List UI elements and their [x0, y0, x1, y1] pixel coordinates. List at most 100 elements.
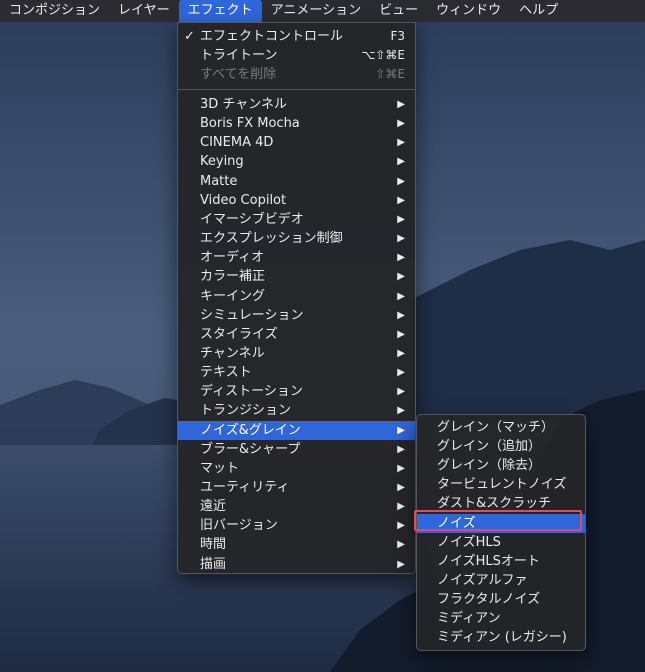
menu-item-category[interactable]: Boris FX Mocha ▶ [178, 114, 415, 133]
submenu-item[interactable]: ミディアン (レガシー) [417, 628, 585, 647]
menu-item-label: トランジション [200, 403, 292, 419]
submenu-item-label: ミディアン (レガシー) [437, 630, 567, 646]
menu-layer[interactable]: レイヤー [109, 0, 179, 22]
submenu-arrow-icon: ▶ [397, 156, 405, 168]
submenu-arrow-icon: ▶ [397, 233, 405, 245]
menu-item-category[interactable]: マット ▶ [178, 459, 415, 478]
submenu-arrow-icon: ▶ [397, 252, 405, 264]
submenu-item-label: ノイズHLSオート [437, 553, 540, 569]
checkmark-icon: ✓ [184, 29, 195, 44]
menu-item-label: ノイズ&グレイン [200, 422, 301, 438]
menu-item-category[interactable]: シミュレーション ▶ [178, 306, 415, 325]
menu-item-label: 時間 [200, 537, 227, 553]
menu-item-category[interactable]: テキスト ▶ [178, 363, 415, 382]
submenu-arrow-icon: ▶ [397, 328, 405, 340]
menu-item-category[interactable]: トランジション ▶ [178, 401, 415, 420]
menu-item-category[interactable]: キーイング ▶ [178, 287, 415, 306]
menu-composition[interactable]: コンポジション [0, 0, 109, 22]
menu-item-label: チャンネル [200, 345, 265, 361]
menu-item-label: 旧バージョン [200, 518, 278, 534]
submenu-arrow-icon: ▶ [397, 118, 405, 130]
menu-item-category[interactable]: イマーシブビデオ ▶ [178, 210, 415, 229]
submenu-item[interactable]: タービュレントノイズ [417, 475, 585, 494]
menu-help[interactable]: ヘルプ [510, 0, 567, 22]
menu-item-label: 遠近 [200, 499, 227, 515]
menu-item-category[interactable]: 描画 ▶ [178, 555, 415, 574]
submenu-item-label: グレイン（追加） [437, 439, 542, 455]
noise-highlight-outline [414, 510, 582, 531]
menu-item-label: テキスト [200, 365, 252, 381]
submenu-item[interactable]: グレイン（マッチ） [417, 418, 585, 437]
menu-view[interactable]: ビュー [370, 0, 427, 22]
submenu-arrow-icon: ▶ [397, 462, 405, 474]
submenu-arrow-icon: ▶ [397, 520, 405, 532]
menu-item-label: カラー補正 [200, 269, 266, 285]
submenu-arrow-icon: ▶ [397, 347, 405, 359]
menu-item-label: Matte [200, 173, 238, 189]
submenu-item[interactable]: ノイズアルファ [417, 571, 585, 590]
submenu-arrow-icon: ▶ [397, 175, 405, 187]
menu-item-category[interactable]: カラー補正 ▶ [178, 267, 415, 286]
menu-item-category[interactable]: ユーティリティ ▶ [178, 478, 415, 497]
submenu-arrow-icon: ▶ [397, 137, 405, 149]
menu-item-category[interactable]: Matte ▶ [178, 172, 415, 191]
effect-dropdown-menu: ✓ エフェクトコントロール F3 トライトーン ⌥⇧⌘E すべてを削除 ⇧⌘E … [177, 22, 416, 574]
menu-animation[interactable]: アニメーション [262, 0, 370, 22]
menu-item-label: ブラー&シャープ [200, 441, 301, 457]
menu-item-label: Keying [200, 154, 244, 170]
menu-separator [178, 89, 415, 90]
menu-item-tritone[interactable]: トライトーン ⌥⇧⌘E [178, 46, 415, 65]
menu-item-effect-controls[interactable]: ✓ エフェクトコントロール F3 [178, 27, 415, 46]
menu-item-label: エクスプレッション制御 [200, 231, 343, 247]
menu-item-category[interactable]: エクスプレッション制御 ▶ [178, 229, 415, 248]
submenu-item[interactable]: グレイン（追加） [417, 437, 585, 456]
submenu-arrow-icon: ▶ [397, 558, 405, 570]
submenu-item[interactable]: ノイズHLS [417, 533, 585, 552]
menu-item-shortcut: ⇧⌘E [375, 67, 405, 81]
submenu-item[interactable]: フラクタルノイズ [417, 590, 585, 609]
submenu-item-label: ミディアン [437, 611, 501, 626]
submenu-arrow-icon: ▶ [397, 309, 405, 321]
submenu-arrow-icon: ▶ [397, 99, 405, 110]
submenu-item-label: タービュレントノイズ [437, 477, 567, 493]
menu-item-label: 描画 [200, 556, 227, 572]
submenu-arrow-icon: ▶ [397, 501, 405, 513]
menu-item-label: スタイライズ [200, 326, 278, 342]
menu-item-category[interactable]: チャンネル ▶ [178, 344, 415, 363]
menu-item-category[interactable]: 3D チャンネル ▶ [178, 95, 415, 114]
menu-item-category[interactable]: CINEMA 4D ▶ [178, 133, 415, 152]
menu-item-category[interactable]: 遠近 ▶ [178, 497, 415, 516]
submenu-arrow-icon: ▶ [397, 290, 405, 302]
menu-item-label: トライトーン [200, 48, 278, 63]
menu-item-category[interactable]: 時間 ▶ [178, 535, 415, 554]
submenu-arrow-icon: ▶ [397, 424, 405, 436]
submenu-item[interactable]: ミディアン [417, 609, 585, 628]
menu-item-label: ディストーション [200, 384, 303, 400]
menu-effect[interactable]: エフェクト [178, 0, 262, 22]
menu-item-category[interactable]: 旧バージョン ▶ [178, 516, 415, 535]
menu-item-shortcut: ⌥⇧⌘E [361, 48, 405, 62]
menu-item-category[interactable]: Video Copilot ▶ [178, 191, 415, 210]
submenu-item[interactable]: グレイン（除去） [417, 456, 585, 475]
menu-item-label: オーディオ [200, 250, 265, 266]
menu-item-label: イマーシブビデオ [200, 211, 304, 227]
submenu-item-label: ノイズアルファ [437, 572, 528, 588]
menu-item-label: Video Copilot [200, 192, 287, 208]
submenu-item-label: ノイズHLS [437, 534, 501, 550]
submenu-arrow-icon: ▶ [397, 539, 405, 551]
menu-window[interactable]: ウィンドウ [427, 0, 510, 22]
menu-item-category[interactable]: ディストーション ▶ [178, 382, 415, 401]
menu-item-category[interactable]: ノイズ&グレイン ▶ [178, 420, 415, 440]
menu-item-shortcut: F3 [390, 29, 405, 43]
menu-item-remove-all[interactable]: すべてを削除 ⇧⌘E [178, 65, 415, 84]
menu-item-label: すべてを削除 [200, 67, 277, 82]
menu-item-category[interactable]: オーディオ ▶ [178, 248, 415, 267]
submenu-item-label: グレイン（マッチ） [437, 420, 555, 435]
submenu-item[interactable]: ノイズHLSオート [417, 552, 585, 571]
menu-item-category[interactable]: スタイライズ ▶ [178, 325, 415, 344]
submenu-arrow-icon: ▶ [397, 213, 405, 225]
menu-item-label: シミュレーション [200, 307, 304, 323]
menu-item-category[interactable]: Keying ▶ [178, 152, 415, 171]
menu-item-category[interactable]: ブラー&シャープ ▶ [178, 440, 415, 459]
menu-item-label: エフェクトコントロール [200, 29, 344, 44]
